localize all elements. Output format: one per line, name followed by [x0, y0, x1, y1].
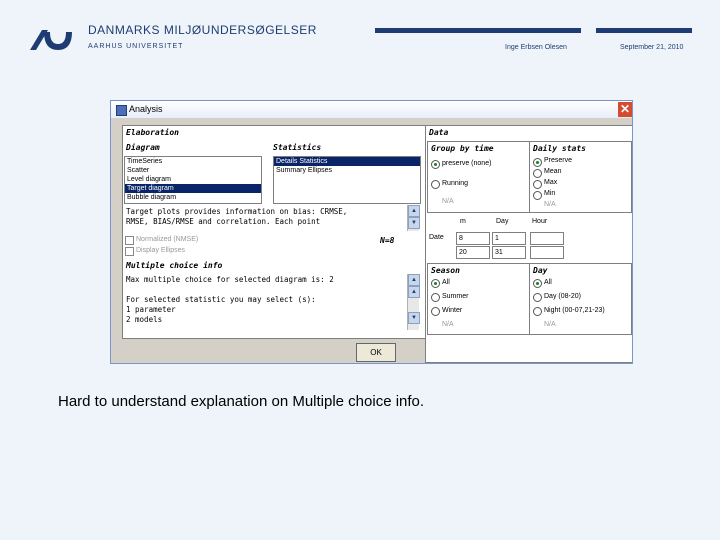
multiple-choice-title: Multiple choice info — [126, 261, 223, 270]
statistics-label: Statistics — [273, 143, 322, 152]
elaboration-title: Elaboration — [126, 128, 179, 137]
day-radio-night[interactable] — [533, 307, 542, 316]
diagram-list[interactable]: TimeSeries Scatter Level diagram Target … — [124, 156, 262, 204]
close-button[interactable]: ✕ — [618, 102, 632, 117]
mci-scrollbar[interactable]: ▲ ▲ ▼ — [407, 274, 420, 330]
scroll-up-icon[interactable]: ▲ — [408, 274, 420, 286]
season-option-label: All — [442, 279, 450, 286]
day-to-select[interactable]: 31 — [492, 246, 526, 259]
diagram-item-selected[interactable]: Target diagram — [125, 184, 261, 193]
presentation-date: September 21, 2010 — [620, 44, 684, 51]
organization-name: DANMARKS MILJØUNDERSØGELSER — [88, 23, 317, 37]
analysis-window: Analysis ✕ Elaboration Diagram Statistic… — [110, 100, 633, 364]
mci-line: 1 parameter — [126, 305, 176, 314]
normalize-label: Normalized (NMSE) — [136, 236, 199, 243]
daily-stats-box: Daily stats Preserve Mean Max Min N/A — [529, 141, 632, 213]
group-by-time-box: Group by time preserve (none) Running N/… — [427, 141, 530, 213]
season-title: Season — [431, 266, 460, 275]
date-label: Date — [429, 234, 444, 241]
header-rule-right — [596, 28, 692, 33]
display-ellipses-label: Display Ellipses — [136, 247, 186, 254]
author-name: Inge Erbsen Olesen — [505, 44, 567, 51]
month-to-select[interactable]: 20 — [456, 246, 490, 259]
mci-line: Max multiple choice for selected diagram… — [126, 275, 334, 284]
daily-radio-mean[interactable] — [533, 169, 542, 178]
daily-option-label: Min — [544, 190, 556, 197]
header-rule-left — [375, 28, 581, 33]
day-label: Day — [496, 218, 509, 225]
count-label: N=8 — [380, 236, 395, 245]
daily-option-label: Max — [544, 179, 558, 186]
window-titlebar: Analysis ✕ — [111, 101, 632, 118]
daily-option-label: N/A — [544, 201, 556, 208]
day-box: Day All Day (08-20) Night (00-07,21-23) … — [529, 263, 632, 335]
season-box: Season All Summer Winter N/A — [427, 263, 530, 335]
scroll-up-icon[interactable]: ▲ — [408, 286, 420, 298]
group-option-label: Running — [442, 180, 469, 187]
data-panel: Data Group by time preserve (none) Runni… — [425, 125, 632, 363]
description-scrollbar[interactable]: ▲ ▼ — [407, 205, 420, 231]
diagram-label: Diagram — [126, 143, 160, 152]
daily-stats-title: Daily stats — [533, 144, 586, 153]
daily-option-label: Preserve — [544, 157, 573, 164]
group-option-label: N/A — [442, 198, 454, 205]
season-radio-all[interactable] — [431, 279, 440, 288]
season-option-label: N/A — [442, 321, 454, 328]
scroll-down-icon[interactable]: ▼ — [408, 217, 420, 229]
scroll-up-icon[interactable]: ▲ — [408, 205, 420, 217]
university-name: AARHUS UNIVERSITET — [88, 43, 184, 50]
window-title: Analysis — [129, 104, 163, 114]
day-option-label: N/A — [544, 321, 556, 328]
hour-from-select[interactable] — [530, 232, 564, 245]
season-option-label: Winter — [442, 307, 463, 314]
description-line: Target plots provides information on bia… — [126, 207, 348, 216]
slide-caption: Hard to understand explanation on Multip… — [58, 393, 425, 410]
diagram-item[interactable]: Bubble diagram — [125, 193, 261, 202]
hour-label: Hour — [532, 218, 548, 225]
diagram-item[interactable]: Level diagram — [125, 175, 261, 184]
day-option-label: All — [544, 279, 552, 286]
daily-radio-min[interactable] — [533, 191, 542, 200]
group-option-label: preserve (none) — [442, 160, 492, 167]
season-radio-summer[interactable] — [431, 293, 440, 302]
day-from-select[interactable]: 1 — [492, 232, 526, 245]
diagram-item[interactable]: Scatter — [125, 166, 261, 175]
day-radio-all[interactable] — [533, 279, 542, 288]
data-title: Data — [429, 128, 449, 137]
daily-option-label: Mean — [544, 168, 562, 175]
month-label: m — [460, 218, 466, 225]
hour-to-select[interactable] — [530, 246, 564, 259]
university-logo-icon — [30, 30, 72, 50]
statistics-item[interactable]: Summary Ellipses — [274, 166, 420, 175]
day-option-label: Night (00-07,21-23) — [544, 307, 605, 314]
day-option-label: Day (08-20) — [544, 293, 581, 300]
display-ellipses-checkbox[interactable] — [125, 247, 134, 256]
elaboration-panel: Elaboration Diagram Statistics TimeSerie… — [122, 125, 426, 339]
day-radio-day[interactable] — [533, 293, 542, 302]
day-title: Day — [533, 266, 548, 275]
description-line: RMSE, BIAS/RMSE and correlation. Each po… — [126, 217, 321, 226]
daily-radio-max[interactable] — [533, 180, 542, 189]
mci-line: For selected statistic you may select (s… — [126, 295, 316, 304]
group-radio-running[interactable] — [431, 180, 440, 189]
app-icon — [116, 105, 127, 116]
daily-radio-preserve[interactable] — [533, 158, 542, 167]
statistics-item-selected[interactable]: Details Statistics — [274, 157, 420, 166]
mci-line: 2 models — [126, 315, 163, 324]
statistics-list[interactable]: Details Statistics Summary Ellipses — [273, 156, 421, 204]
season-radio-winter[interactable] — [431, 307, 440, 316]
diagram-item[interactable]: TimeSeries — [125, 157, 261, 166]
scroll-down-icon[interactable]: ▼ — [408, 312, 420, 324]
season-option-label: Summer — [442, 293, 469, 300]
group-radio-preserve[interactable] — [431, 160, 440, 169]
group-by-time-title: Group by time — [431, 144, 494, 153]
ok-button[interactable]: OK — [356, 343, 396, 362]
normalize-checkbox[interactable] — [125, 236, 134, 245]
month-from-select[interactable]: 8 — [456, 232, 490, 245]
